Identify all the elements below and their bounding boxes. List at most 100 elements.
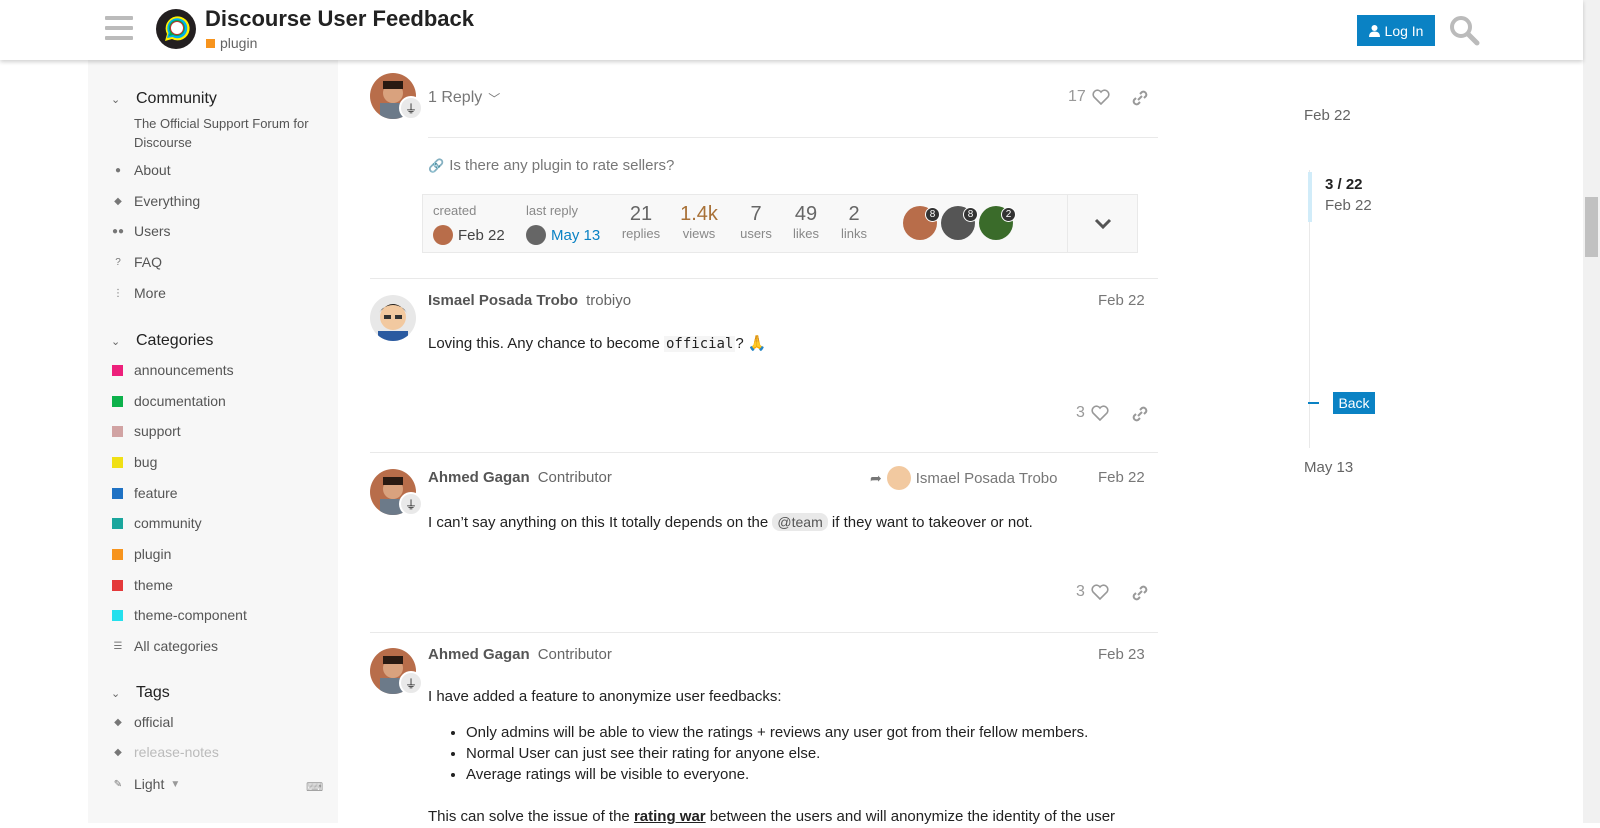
timeline-back-button[interactable]: Back [1333, 392, 1375, 414]
share-link-icon[interactable] [1130, 404, 1150, 424]
post-text: if they want to takeover or not. [827, 514, 1033, 531]
sidebar: ⌄ Community The Official Support Forum f… [88, 60, 338, 823]
share-link-icon[interactable] [1130, 583, 1150, 603]
brush-icon: ✎ [113, 778, 123, 790]
feature-list: Only admins will be able to view the rat… [466, 722, 1088, 785]
stat-links: 2 links [836, 203, 872, 241]
stat-number: 49 [794, 203, 818, 225]
sidebar-item-label: Users [134, 223, 171, 239]
sidebar-item-label: All categories [134, 638, 219, 654]
stat-views: 1.4k views [676, 203, 722, 241]
avatar [526, 225, 546, 245]
replies-toggle[interactable]: 1 Reply ﹀ [428, 89, 500, 107]
page-scrollbar[interactable] [1583, 0, 1600, 823]
post-date[interactable]: Feb 22 [1098, 292, 1145, 309]
post-date[interactable]: Feb 22 [1098, 469, 1145, 486]
sidebar-item-support[interactable]: support [88, 416, 338, 446]
ellipsis-vertical-icon: ⋮ [113, 287, 123, 299]
share-link-icon[interactable] [1130, 88, 1150, 108]
last-reply-info[interactable]: May 13 [526, 225, 600, 245]
topic-title[interactable]: Discourse User Feedback [205, 6, 474, 32]
category-badge[interactable]: plugin [206, 35, 257, 51]
created-info[interactable]: Feb 22 [433, 225, 505, 245]
user-title: Contributor [537, 646, 612, 663]
timeline-end-date[interactable]: May 13 [1304, 459, 1353, 476]
sidebar-item-bug[interactable]: bug [88, 447, 338, 477]
sidebar-item-documentation[interactable]: documentation [88, 386, 338, 416]
category-color-square [112, 425, 123, 437]
chevron-down-icon [1094, 218, 1111, 229]
like-button[interactable]: 3 [1076, 404, 1109, 422]
heart-icon [1091, 584, 1109, 600]
sidebar-item-theme-component[interactable]: theme-component [88, 600, 338, 630]
like-count: 17 [1068, 88, 1086, 105]
theme-label: Light [134, 776, 165, 792]
timeline-start-date[interactable]: Feb 22 [1304, 107, 1351, 124]
sidebar-item-everything[interactable]: ◆ Everything [88, 186, 338, 216]
category-color-square [112, 487, 123, 499]
timeline-scroller-handle[interactable] [1308, 172, 1312, 222]
bold-text: rating war [633, 808, 706, 825]
sidebar-item-label: release-notes [134, 744, 219, 760]
sidebar-item-tag-release-notes[interactable]: ◆ release-notes [88, 737, 338, 767]
divider [428, 137, 1158, 138]
like-button[interactable]: 17 [1068, 88, 1110, 106]
sidebar-item-feature[interactable]: feature [88, 478, 338, 508]
sidebar-item-label: More [134, 285, 166, 301]
sidebar-item-announcements[interactable]: announcements [88, 355, 338, 385]
chevron-down-icon: ⌄ [111, 93, 121, 106]
login-label: Log In [1384, 22, 1424, 39]
sidebar-item-faq[interactable]: ? FAQ [88, 247, 338, 277]
author-username[interactable]: trobiyo [586, 292, 631, 309]
sidebar-item-label: About [134, 162, 171, 178]
sidebar-item-users[interactable]: ●● Users [88, 216, 338, 246]
sidebar-section-categories[interactable]: ⌄ Categories [88, 330, 338, 352]
sidebar-item-plugin[interactable]: plugin [88, 539, 338, 569]
post-body: Loving this. Any chance to become offici… [428, 333, 767, 355]
linked-topic-title: Is there any plugin to rate sellers? [449, 157, 675, 174]
avatar[interactable] [370, 295, 416, 341]
linked-topic[interactable]: 🔗 Is there any plugin to rate sellers? [428, 157, 674, 174]
scrollbar-thumb[interactable] [1585, 197, 1598, 257]
post-author[interactable]: Ahmed Gagan Contributor [428, 646, 612, 663]
discourse-logo[interactable] [155, 8, 197, 50]
tag-icon: ◆ [114, 746, 122, 758]
topic-map-expand-button[interactable] [1067, 195, 1137, 252]
group-mention[interactable]: @team [772, 513, 828, 531]
sidebar-section-tags[interactable]: ⌄ Tags [88, 682, 338, 704]
stat-likes: 49 likes [787, 203, 825, 241]
author-name[interactable]: Ahmed Gagan [428, 646, 530, 663]
post-date[interactable]: Feb 23 [1098, 646, 1145, 663]
reply-to-tab[interactable]: ➦ Ismael Posada Trobo [870, 466, 1057, 490]
post-author[interactable]: Ahmed Gagan Contributor [428, 469, 612, 486]
keyboard-icon[interactable]: ⌨ [306, 780, 323, 794]
sidebar-item-tag-official[interactable]: ◆ official [88, 707, 338, 737]
sidebar-item-more[interactable]: ⋮ More [88, 278, 338, 308]
users-icon: ●● [112, 225, 125, 237]
heart-icon [1092, 89, 1110, 105]
post-outro: This can solve the issue of the rating w… [428, 806, 1115, 828]
avatar [886, 466, 911, 490]
like-button[interactable]: 3 [1076, 583, 1109, 601]
stat-number: 2 [848, 203, 860, 225]
sidebar-section-community[interactable]: ⌄ Community [88, 88, 338, 110]
login-button[interactable]: Log In [1357, 15, 1435, 46]
author-name[interactable]: Ahmed Gagan [428, 469, 530, 486]
stat-users: 7 users [736, 203, 776, 241]
search-icon[interactable] [1448, 14, 1480, 46]
sidebar-item-about[interactable]: ● About [88, 155, 338, 185]
post-author[interactable]: Ismael Posada Trobo trobiyo [428, 292, 631, 309]
section-label: Community [136, 90, 217, 107]
sidebar-item-label: feature [134, 485, 178, 501]
sidebar-item-theme[interactable]: theme [88, 570, 338, 600]
author-name[interactable]: Ismael Posada Trobo [428, 292, 578, 309]
category-label: plugin [220, 35, 258, 51]
stat-number: 7 [750, 203, 762, 225]
post-intro: I have added a feature to anonymize user… [428, 688, 782, 705]
stat-label: users [740, 226, 772, 241]
theme-selector[interactable]: ✎ Light ▼ [88, 769, 338, 799]
sidebar-item-label: FAQ [134, 254, 163, 270]
sidebar-item-all-categories[interactable]: ☰ All categories [88, 631, 338, 661]
sidebar-item-community[interactable]: community [88, 508, 338, 538]
hamburger-menu-icon[interactable] [105, 16, 133, 40]
